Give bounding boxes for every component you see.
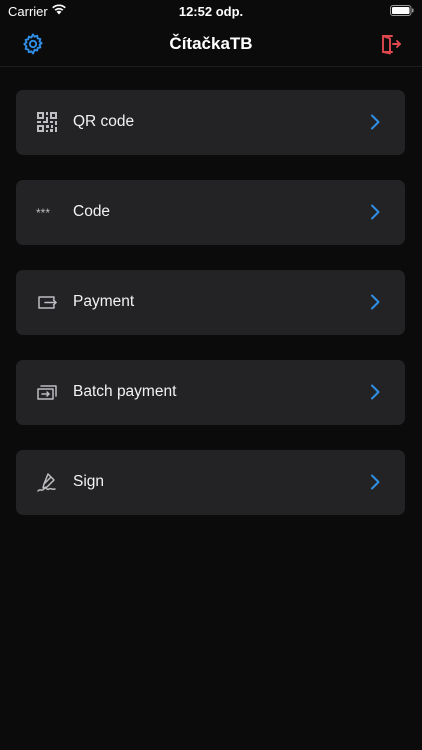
page-title: ČítačkaTB xyxy=(169,34,253,53)
menu-item-label: Sign xyxy=(73,473,105,490)
menu-item-payment[interactable]: Payment xyxy=(16,270,405,335)
navigation-bar: ČítačkaTB xyxy=(0,22,422,67)
wallet-arrow-icon xyxy=(38,296,57,309)
main-menu: QR code *** Code Payment Batch payment S… xyxy=(16,90,406,540)
menu-item-label: Payment xyxy=(73,293,135,310)
menu-item-label: QR code xyxy=(73,113,135,130)
app-screen: Carrier 12:52 odp. ČítačkaTB QR code ***… xyxy=(0,0,422,750)
batch-payment-icon xyxy=(37,385,57,400)
chevron-right-icon xyxy=(371,294,380,310)
status-time: 12:52 odp. xyxy=(178,4,244,19)
menu-item-sign[interactable]: Sign xyxy=(16,450,405,515)
chevron-right-icon xyxy=(371,384,380,400)
menu-item-batch-payment[interactable]: Batch payment xyxy=(16,360,405,425)
battery-icon xyxy=(390,5,414,16)
signature-pen-icon xyxy=(37,473,56,492)
menu-item-code[interactable]: *** Code xyxy=(16,180,405,245)
chevron-right-icon xyxy=(371,474,380,490)
menu-item-label: Batch payment xyxy=(73,383,177,400)
status-bar: Carrier 12:52 odp. xyxy=(0,0,422,22)
logout-icon[interactable] xyxy=(378,32,402,56)
menu-item-qr-code[interactable]: QR code xyxy=(16,90,405,155)
chevron-right-icon xyxy=(371,114,380,130)
asterisk-code-icon: *** xyxy=(36,206,51,220)
qr-code-icon xyxy=(37,112,57,132)
chevron-right-icon xyxy=(371,204,380,220)
menu-item-label: Code xyxy=(73,203,111,220)
